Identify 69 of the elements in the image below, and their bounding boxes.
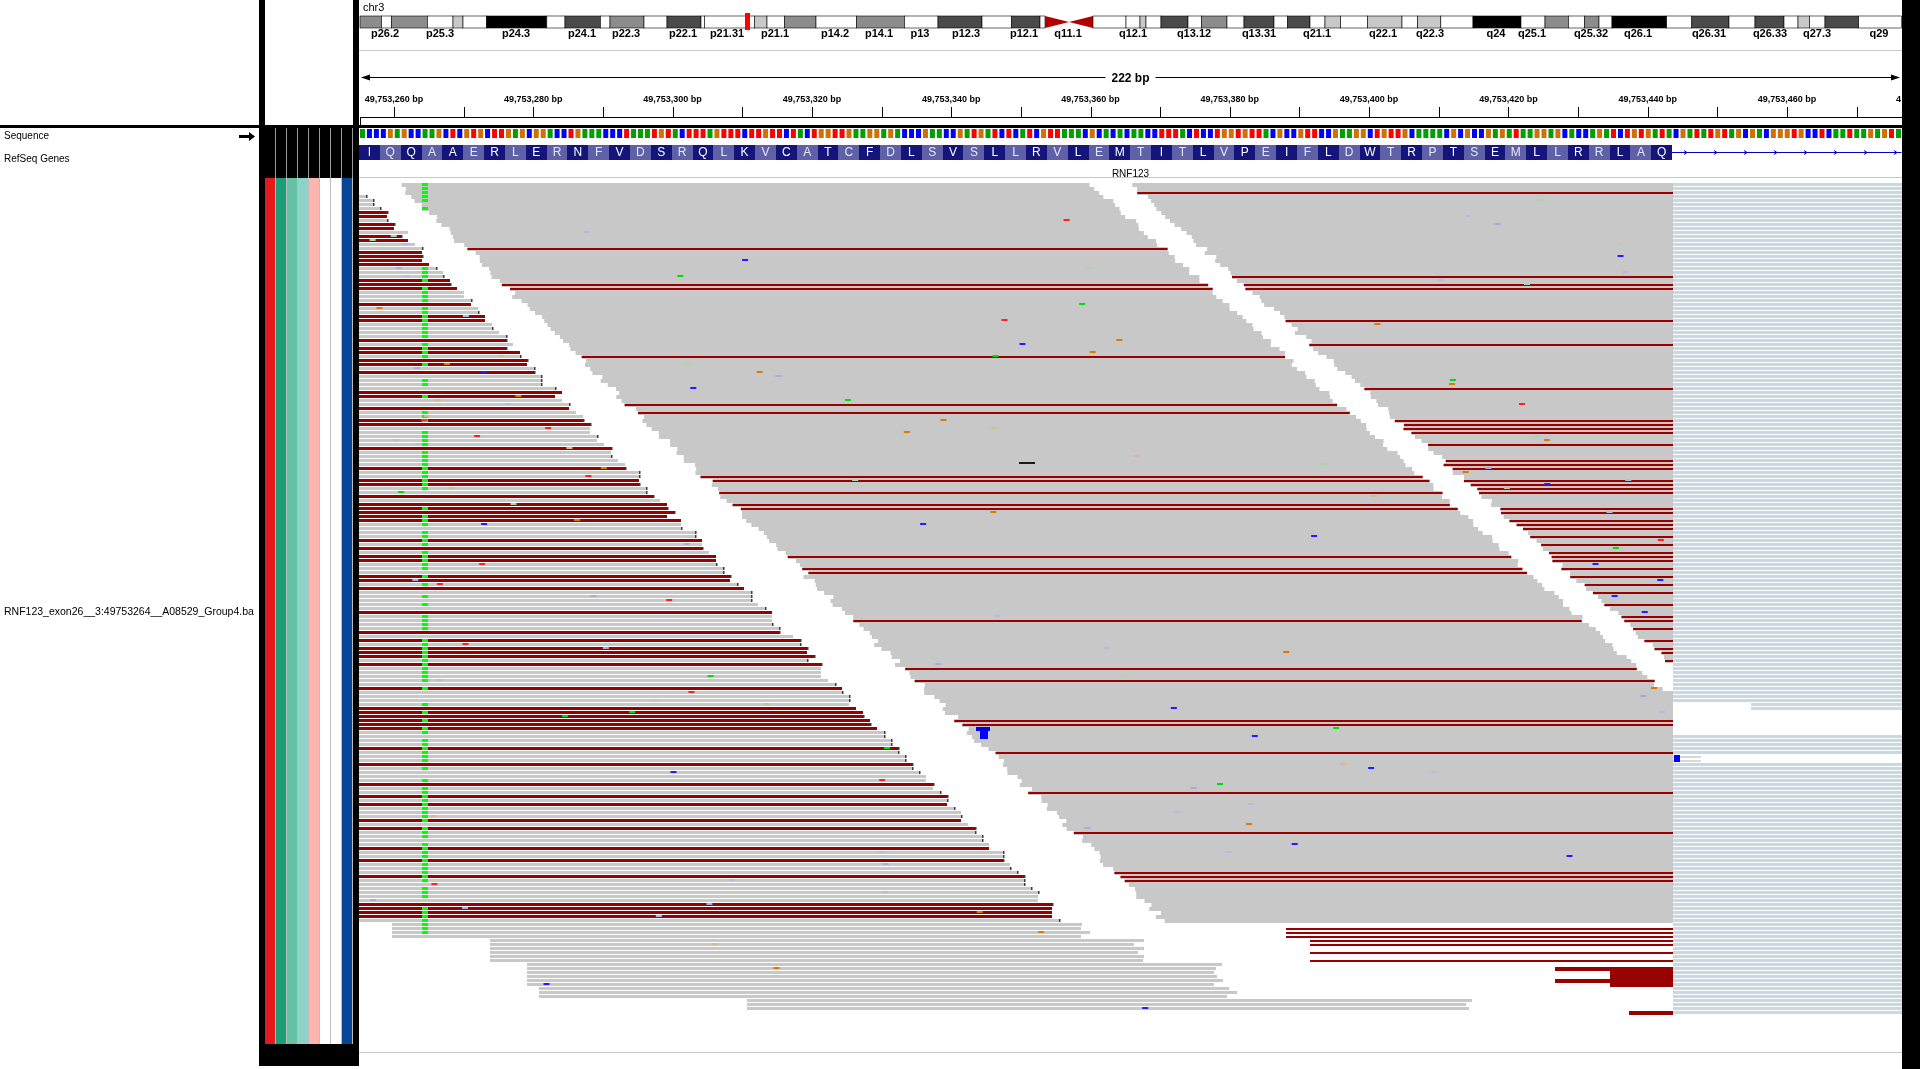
amino-acid: R xyxy=(546,145,568,160)
track-name: RefSeq Genes xyxy=(4,153,71,165)
amino-acid: R xyxy=(1588,145,1610,160)
amino-acid: Q xyxy=(379,145,401,160)
amino-acid: R xyxy=(1567,145,1589,160)
track-name: Sequence xyxy=(4,130,50,142)
amino-acid: R xyxy=(1401,145,1423,160)
amino-acid: R xyxy=(484,145,505,160)
amino-acid: I xyxy=(1276,145,1297,160)
amino-acid: M xyxy=(1109,145,1131,160)
amino-acid: P xyxy=(1422,145,1443,160)
amino-acid: W xyxy=(1359,145,1381,160)
amino-acid: E xyxy=(1088,145,1110,160)
amino-acid: E xyxy=(1484,145,1506,160)
amino-acid: V xyxy=(609,145,630,160)
amino-acid: M xyxy=(1505,145,1527,160)
amino-acid: Q xyxy=(1651,145,1673,160)
amino-acid: N xyxy=(567,145,589,160)
right-arrow-icon[interactable] xyxy=(239,131,255,141)
amino-acid: C xyxy=(838,145,860,160)
amino-acid: S xyxy=(963,145,985,160)
scrollbar-track[interactable] xyxy=(1902,0,1920,1069)
amino-acid: D xyxy=(880,145,901,160)
amino-acid: T xyxy=(817,145,839,160)
amino-acid: C xyxy=(775,145,797,160)
amino-acid: L xyxy=(504,145,526,160)
track-name: RNF123_exon26__3:49753264__A08529_Group4.ba xyxy=(4,604,254,618)
amino-acid: S xyxy=(1463,145,1485,160)
amino-acid: A xyxy=(1630,145,1652,160)
amino-acid: L xyxy=(1317,145,1339,160)
amino-acid: L xyxy=(984,145,1006,160)
gene-label: RNF123 xyxy=(1111,168,1150,179)
amino-acid: L xyxy=(1005,145,1026,160)
amino-acid: T xyxy=(1130,145,1152,160)
amino-acid: L xyxy=(1526,145,1548,160)
amino-acid: T xyxy=(1171,145,1193,160)
amino-acid: A xyxy=(796,145,818,160)
amino-acid: V xyxy=(1213,145,1235,160)
amino-acid: A xyxy=(421,145,443,160)
amino-acid: I xyxy=(1151,145,1172,160)
amino-acid: R xyxy=(1026,145,1047,160)
amino-acid: E xyxy=(1255,145,1277,160)
amino-acid: A xyxy=(442,145,464,160)
amino-acid: E xyxy=(463,145,485,160)
amino-acid: I xyxy=(359,145,380,160)
amino-acid: V xyxy=(755,145,776,160)
amino-acid: T xyxy=(1442,145,1464,160)
amino-acid: L xyxy=(1609,145,1631,160)
amino-acid: L xyxy=(713,145,735,160)
amino-acid: V xyxy=(1046,145,1068,160)
amino-acid: S xyxy=(650,145,672,160)
amino-acid: F xyxy=(859,145,881,160)
amino-acid: E xyxy=(525,145,547,160)
amino-acid: K xyxy=(734,145,756,160)
amino-acid: Q xyxy=(400,145,422,160)
amino-acid: L xyxy=(1192,145,1214,160)
amino-acid: S xyxy=(921,145,943,160)
amino-acid: L xyxy=(1067,145,1089,160)
amino-acid: D xyxy=(1338,145,1360,160)
amino-acid: V xyxy=(942,145,964,160)
amino-acid: T xyxy=(1380,145,1402,160)
amino-acid: D xyxy=(629,145,651,160)
amino-acid: P xyxy=(1234,145,1256,160)
amino-acid: L xyxy=(900,145,922,160)
amino-acid: F xyxy=(588,145,610,160)
amino-acid: R xyxy=(671,145,693,160)
amino-acid: Q xyxy=(692,145,714,160)
amino-acid: F xyxy=(1296,145,1318,160)
amino-acid: L xyxy=(1547,145,1568,160)
